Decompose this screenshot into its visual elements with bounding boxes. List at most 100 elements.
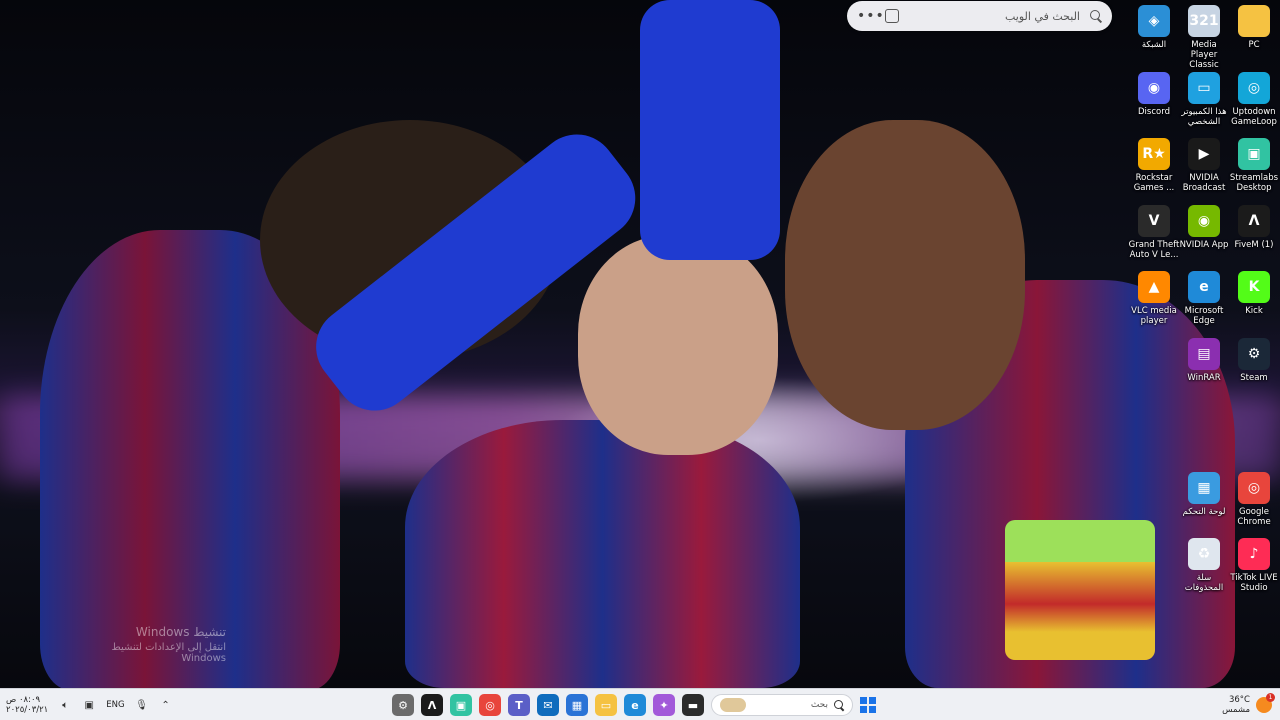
control-panel-icon: ▦	[1188, 472, 1220, 504]
search-icon	[834, 700, 844, 710]
weather-temperature: 36°C	[1228, 695, 1250, 705]
tiktok-live-icon: ♪	[1238, 538, 1270, 570]
desktop-icon-fivem[interactable]: Λ FiveM (1)	[1228, 205, 1280, 250]
clock-time: ٠٨:٠٩ ص	[6, 695, 41, 705]
gta-v-icon: V	[1138, 205, 1170, 237]
wallpaper-captain-band	[1005, 520, 1155, 660]
desktop-icon-label: Microsoft Edge	[1184, 306, 1224, 326]
visual-search-icon[interactable]	[885, 9, 899, 23]
taskbar-fivem-app[interactable]: Λ	[421, 694, 443, 716]
web-search-input[interactable]: البحث في الويب	[909, 10, 1080, 23]
desktop-icon-label: VLC media player	[1131, 306, 1177, 326]
taskbar-apps: ⚙ Λ ▣ ◎ T ✉ ▦ ▭ e ✦ ▬ بحث	[392, 692, 876, 718]
desktop-icon-label: لوحة التحكم	[1182, 507, 1226, 517]
desktop-icon-label: WinRAR	[1187, 373, 1221, 383]
winrar-icon: ▤	[1188, 338, 1220, 370]
desktop-wallpaper	[0, 0, 1280, 688]
system-tray: ٠٨:٠٩ ص ٢٠٢٥/٠٣/٢١ 🔈︎ ▣ ENG 🎙︎ ⌃	[6, 689, 173, 720]
taskbar-settings-app[interactable]: ⚙	[392, 694, 414, 716]
desktop-icon-rockstar[interactable]: R★ Rockstar Games ...	[1128, 138, 1180, 193]
volume-icon[interactable]: 🔈︎	[58, 698, 72, 712]
network-icon: ◈	[1138, 5, 1170, 37]
fivem-icon: Λ	[1238, 205, 1270, 237]
desktop-icon-label: NVIDIA Broadcast	[1182, 173, 1226, 193]
wallpaper-player-center	[405, 420, 800, 688]
desktop-icon-label: PC	[1248, 40, 1260, 50]
desktop-icon-discord[interactable]: ◉ Discord	[1128, 72, 1180, 117]
this-pc-icon: ▭	[1188, 72, 1220, 104]
edge-icon: e	[1188, 271, 1220, 303]
taskbar-teams-app[interactable]: T	[508, 694, 530, 716]
desktop-icon-chrome[interactable]: ◎ Google Chrome	[1228, 472, 1280, 527]
desktop-icon-label: Rockstar Games ...	[1133, 173, 1175, 193]
desktop-icon-label: Streamlabs Desktop	[1229, 173, 1279, 193]
desktop-icon-edge[interactable]: e Microsoft Edge	[1178, 271, 1230, 326]
desktop-icon-kick[interactable]: K Kick	[1228, 271, 1280, 316]
search-icon	[1090, 10, 1102, 22]
desktop-icon-streamlabs[interactable]: ▣ Streamlabs Desktop	[1228, 138, 1280, 193]
desktop-icon-folder[interactable]: PC	[1228, 5, 1280, 50]
web-search-bar[interactable]: ••• البحث في الويب	[847, 1, 1112, 31]
taskbar-edge-app[interactable]: e	[624, 694, 646, 716]
desktop-icon-label: NVIDIA App	[1179, 240, 1229, 250]
desktop-icon-this-pc[interactable]: ▭ هذا الكمبيوتر الشخصي	[1178, 72, 1230, 127]
taskbar-clock[interactable]: ٠٨:٠٩ ص ٢٠٢٥/٠٣/٢١	[6, 695, 48, 715]
discord-icon: ◉	[1138, 72, 1170, 104]
taskbar-store-app[interactable]: ▦	[566, 694, 588, 716]
wallpaper-raised-arm	[640, 0, 780, 260]
kick-icon: K	[1238, 271, 1270, 303]
pinned-apps: ⚙ Λ ▣ ◎ T ✉ ▦ ▭ e ✦ ▬	[392, 694, 704, 716]
taskbar-search-box[interactable]: بحث	[711, 694, 853, 716]
web-search-more-button[interactable]: •••	[857, 8, 884, 24]
weather-widget[interactable]: 36°C مشمس 1	[1222, 689, 1275, 720]
desktop-icon-label: هذا الكمبيوتر الشخصي	[1181, 107, 1227, 127]
clock-date: ٢٠٢٥/٠٣/٢١	[6, 705, 49, 715]
taskbar-streamlabs-app[interactable]: ▣	[450, 694, 472, 716]
taskbar-mail-app[interactable]: ✉	[537, 694, 559, 716]
folder-icon	[1238, 5, 1270, 37]
taskbar: ٠٨:٠٩ ص ٢٠٢٥/٠٣/٢١ 🔈︎ ▣ ENG 🎙︎ ⌃ ⚙ Λ ▣ ◎ T ✉ ▦…	[0, 688, 1280, 720]
taskbar-chrome-app[interactable]: ◎	[479, 694, 501, 716]
desktop-icon-label: Media Player Classic	[1189, 40, 1219, 70]
desktop-icon-recycle-bin[interactable]: ♻ سلة المحذوفات	[1178, 538, 1230, 593]
desktop-icon-control-panel[interactable]: ▦ لوحة التحكم	[1178, 472, 1230, 517]
notification-badge: 1	[1266, 693, 1275, 702]
chevron-up-icon[interactable]: ⌃	[159, 698, 173, 712]
taskbar-terminal-app[interactable]: ▬	[682, 694, 704, 716]
activation-watermark-title: Windows تنشيط	[135, 625, 226, 639]
input-language-indicator[interactable]: ENG	[106, 700, 124, 710]
vlc-icon: ▲	[1138, 271, 1170, 303]
nvidia-app-icon: ◉	[1188, 205, 1220, 237]
start-button[interactable]	[860, 697, 876, 713]
taskbar-search-input[interactable]: بحث	[752, 700, 828, 710]
desktop-icon-network[interactable]: ◈ الشبكة	[1128, 5, 1180, 50]
network-status-icon[interactable]: ▣	[82, 698, 96, 712]
desktop-icon-label: Grand Theft Auto V Le...	[1128, 240, 1180, 260]
desktop-icon-tiktok-live[interactable]: ♪ TikTok LIVE Studio	[1228, 538, 1280, 593]
microphone-icon[interactable]: 🎙︎	[135, 698, 149, 712]
desktop-icon-nvidia-broadcast[interactable]: ▶ NVIDIA Broadcast	[1178, 138, 1230, 193]
taskbar-file-explorer-app[interactable]: ▭	[595, 694, 617, 716]
desktop-icon-media-player-classic[interactable]: 321 Media Player Classic	[1178, 5, 1230, 70]
desktop-icon-gameloop[interactable]: ◎ Uptodown GameLoop	[1228, 72, 1280, 127]
gameloop-icon: ◎	[1238, 72, 1270, 104]
weather-description: مشمس	[1222, 705, 1250, 715]
sun-icon: 1	[1256, 693, 1275, 713]
taskbar-copilot-app[interactable]: ✦	[653, 694, 675, 716]
activation-watermark: Windows تنشيط انتقل إلى الإعدادات لتنشيط…	[66, 625, 226, 664]
desktop-icon-winrar[interactable]: ▤ WinRAR	[1178, 338, 1230, 383]
desktop-icon-gta-v[interactable]: V Grand Theft Auto V Le...	[1128, 205, 1180, 260]
windows-logo-icon	[868, 705, 876, 713]
desktop-icon-label: Steam	[1240, 373, 1268, 383]
wallpaper-player-right-head	[785, 120, 1025, 430]
desktop-icon-steam[interactable]: ⚙ Steam	[1228, 338, 1280, 383]
desktop-icon-vlc[interactable]: ▲ VLC media player	[1128, 271, 1180, 326]
desktop-icon-label: Uptodown GameLoop	[1231, 107, 1277, 127]
desktop-icon-nvidia-app[interactable]: ◉ NVIDIA App	[1178, 205, 1230, 250]
nvidia-broadcast-icon: ▶	[1188, 138, 1220, 170]
media-player-classic-icon: 321	[1188, 5, 1220, 37]
desktop-icon-label: Google Chrome	[1237, 507, 1271, 527]
windows-logo-icon	[868, 697, 876, 705]
desktop-icon-label: Kick	[1245, 306, 1263, 316]
wallpaper-player-center-head	[578, 235, 778, 455]
